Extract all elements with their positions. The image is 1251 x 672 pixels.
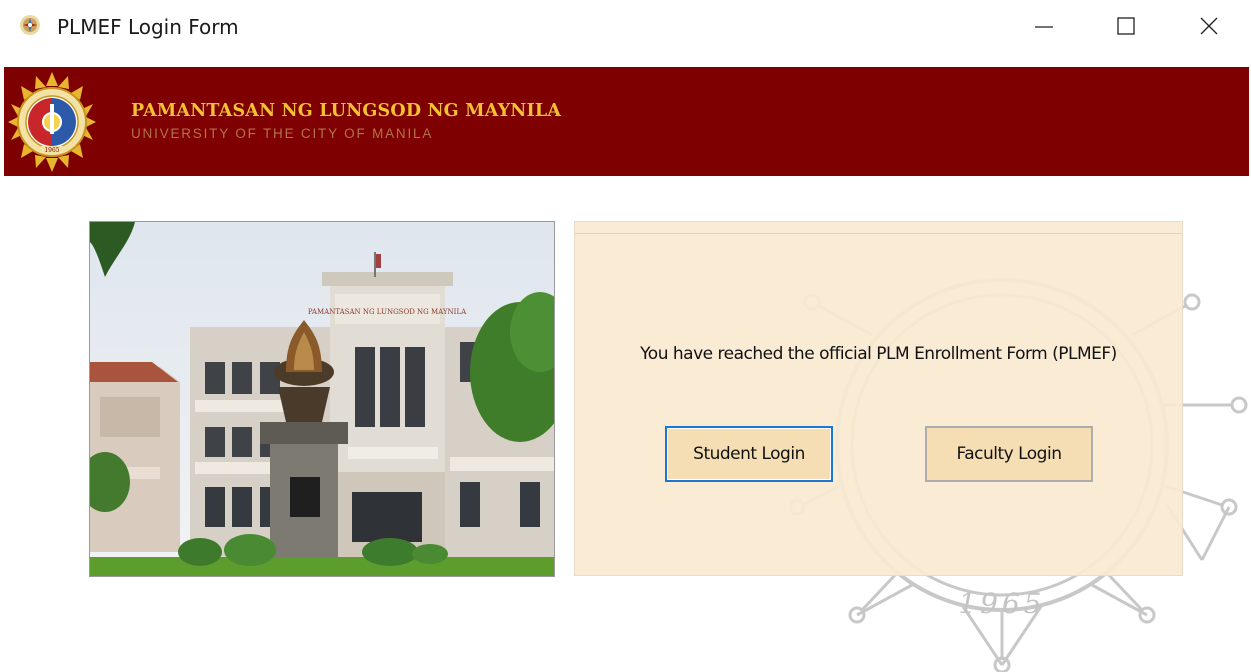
close-button[interactable]	[1187, 8, 1231, 44]
university-name: PAMANTASAN NG LUNGSOD NG MAYNILA	[131, 101, 562, 121]
faculty-login-button[interactable]: Faculty Login	[925, 426, 1093, 482]
window-title: PLMEF Login Form	[57, 15, 239, 39]
building-sign: PAMANTASAN NG LUNGSOD NG MAYNILA	[308, 308, 467, 316]
panel-divider	[575, 233, 1182, 234]
university-subtitle: UNIVERSITY OF THE CITY OF MANILA	[131, 126, 434, 141]
university-banner: 1965 PAMANTASAN NG LUNGSOD NG MAYNILA UN…	[4, 67, 1249, 176]
seal-year: 1965	[44, 147, 59, 154]
welcome-message: You have reached the official PLM Enroll…	[640, 344, 1117, 364]
campus-photo-image: PAMANTASAN NG LUNGSOD NG MAYNILA	[90, 222, 554, 576]
app-icon	[20, 15, 40, 35]
close-icon	[1200, 17, 1218, 35]
login-panel: You have reached the official PLM Enroll…	[574, 221, 1183, 576]
minimize-icon	[1035, 26, 1053, 28]
campus-photo: PAMANTASAN NG LUNGSOD NG MAYNILA	[89, 221, 555, 577]
maximize-button[interactable]	[1104, 8, 1148, 44]
student-login-button[interactable]: Student Login	[665, 426, 833, 482]
university-seal-icon: 1965	[8, 72, 96, 172]
maximize-icon	[1117, 17, 1135, 35]
minimize-button[interactable]	[1022, 8, 1066, 44]
watermark-year: 1965	[958, 587, 1045, 620]
title-bar: PLMEF Login Form	[0, 0, 1251, 54]
login-window: PLMEF Login Form 1965 PAMANTASAN NG LUNG…	[0, 0, 1251, 672]
